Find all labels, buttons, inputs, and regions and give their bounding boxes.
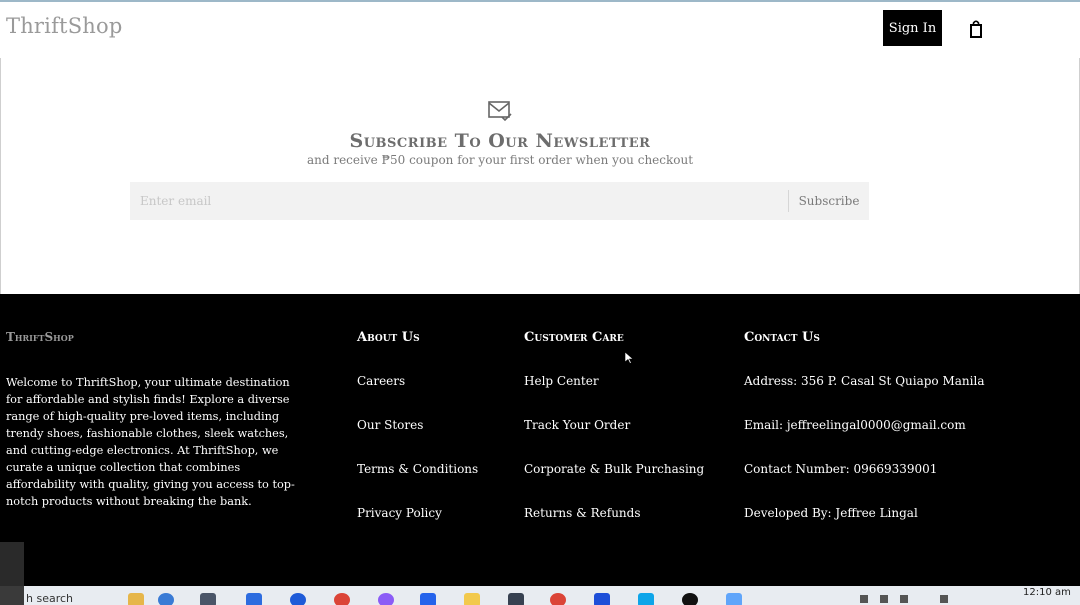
newsletter-subtitle: and receive ₱50 coupon for your first or… xyxy=(306,153,694,167)
os-taskbar: h search 12:10 am xyxy=(0,586,1080,605)
tray-network-icon[interactable] xyxy=(880,595,888,603)
footer-link-careers[interactable]: Careers xyxy=(357,374,405,388)
tray-battery-icon[interactable] xyxy=(940,595,948,603)
vscode-icon[interactable] xyxy=(638,593,654,605)
task-view-icon[interactable] xyxy=(200,593,216,605)
video-thumbnail xyxy=(0,542,24,586)
footer-email[interactable]: Email: jeffreelingal0000@gmail.com xyxy=(744,418,966,432)
chrome-icon[interactable] xyxy=(334,593,350,605)
security-icon[interactable] xyxy=(420,593,436,605)
footer-heading-customer-care: Customer Care xyxy=(524,330,624,345)
footer-developer: Developed By: Jeffree Lingal xyxy=(744,506,918,520)
footer-link-returns[interactable]: Returns & Refunds xyxy=(524,506,641,520)
taskbar-search[interactable]: h search xyxy=(26,592,73,605)
app-icon-2[interactable] xyxy=(726,593,742,605)
file-explorer-icon[interactable] xyxy=(464,593,480,605)
footer-address: Address: 356 P. Casal St Quiapo Manila xyxy=(744,374,985,388)
tray-chevron-icon[interactable] xyxy=(860,595,868,603)
footer-about-text: Welcome to ThriftShop, your ultimate des… xyxy=(6,376,295,508)
terminal-icon[interactable] xyxy=(508,593,524,605)
site-logo[interactable]: ThriftShop xyxy=(6,14,123,38)
site-footer: ThriftShop Welcome to ThriftShop, your u… xyxy=(0,294,1080,586)
newsletter-form: Subscribe xyxy=(130,182,869,220)
calculator-icon[interactable] xyxy=(246,593,262,605)
outlook-icon[interactable] xyxy=(594,593,610,605)
taskbar-clock[interactable]: 12:10 am xyxy=(1023,587,1071,598)
shopping-bag-icon[interactable] xyxy=(966,18,986,40)
edge-icon[interactable] xyxy=(158,593,174,605)
newsletter-section: Subscribe To Our Newsletter and receive … xyxy=(0,58,1080,294)
mouse-cursor-icon xyxy=(625,352,633,364)
pencil-app-icon[interactable] xyxy=(128,593,144,605)
footer-link-privacy[interactable]: Privacy Policy xyxy=(357,506,442,520)
footer-link-help-center[interactable]: Help Center xyxy=(524,374,599,388)
edge-browser-icon[interactable] xyxy=(290,593,306,605)
footer-contact-number: Contact Number: 09669339001 xyxy=(744,462,938,476)
footer-heading-contact-us: Contact Us xyxy=(744,330,820,345)
sign-in-button[interactable]: Sign In xyxy=(883,10,942,46)
footer-link-track-order[interactable]: Track Your Order xyxy=(524,418,630,432)
footer-link-bulk-purchasing[interactable]: Corporate & Bulk Purchasing xyxy=(524,462,704,476)
footer-heading-about-us: About Us xyxy=(357,330,420,345)
github-icon[interactable] xyxy=(682,593,698,605)
tray-volume-icon[interactable] xyxy=(900,595,908,603)
footer-brand: ThriftShop xyxy=(6,330,74,344)
site-header: ThriftShop Sign In xyxy=(0,2,1080,58)
footer-link-terms[interactable]: Terms & Conditions xyxy=(357,462,478,476)
mail-check-icon xyxy=(488,101,512,122)
email-input[interactable] xyxy=(130,182,788,220)
footer-link-our-stores[interactable]: Our Stores xyxy=(357,418,423,432)
subscribe-button[interactable]: Subscribe xyxy=(789,182,869,220)
chrome-active-icon[interactable] xyxy=(550,593,566,605)
taskbar-thumbnail xyxy=(0,586,24,605)
app-icon[interactable] xyxy=(378,593,394,605)
newsletter-title: Subscribe To Our Newsletter xyxy=(349,130,651,152)
